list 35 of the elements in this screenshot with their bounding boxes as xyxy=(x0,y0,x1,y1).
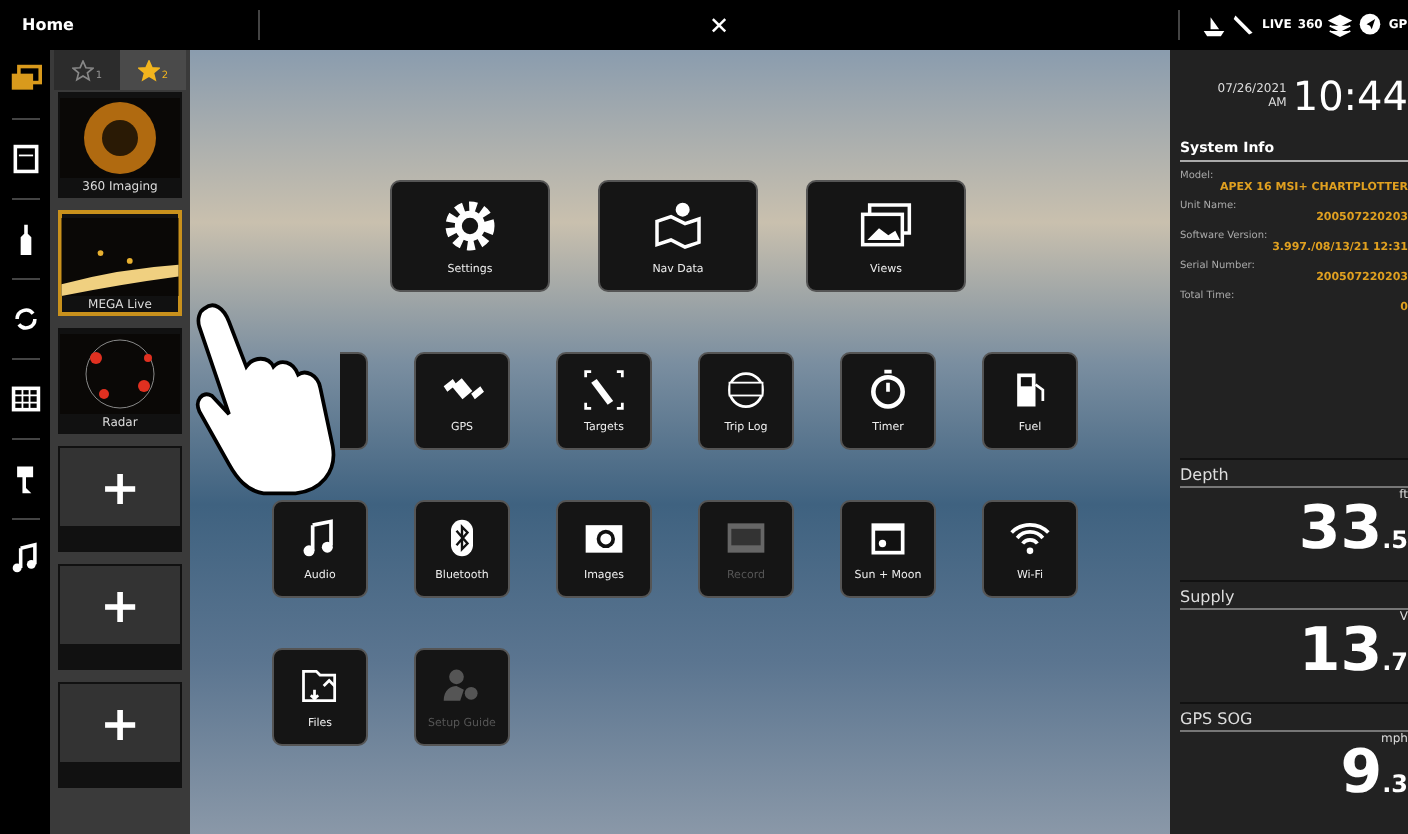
star-icon xyxy=(71,59,94,81)
plus-label: + xyxy=(60,448,180,526)
target-icon xyxy=(582,368,626,412)
windows-icon xyxy=(9,62,41,96)
add-favorite-button[interactable]: + xyxy=(58,446,182,552)
gauge-value: 13 xyxy=(1298,616,1383,686)
gauge-title: GPS SOG xyxy=(1180,710,1408,732)
music-note-icon xyxy=(9,542,41,576)
map-pin-icon xyxy=(650,197,706,253)
gauge-title: Supply xyxy=(1180,588,1408,610)
gauge-decimal: .7 xyxy=(1382,648,1408,676)
gauge-value: 9 xyxy=(1340,738,1383,808)
gear-icon xyxy=(442,197,498,253)
gauge-title: Depth xyxy=(1180,466,1408,488)
screen-title: Home xyxy=(20,16,76,34)
layers-icon xyxy=(1328,12,1353,38)
radar-thumbnail xyxy=(60,334,180,414)
gauge-value: 33 xyxy=(1298,494,1383,564)
sonar-thumbnail xyxy=(60,98,180,178)
app-tile[interactable] xyxy=(340,352,368,450)
sonar-thumbnail xyxy=(60,218,180,296)
navigation-icon xyxy=(1358,12,1383,38)
clock-time: 10:44 xyxy=(1292,71,1408,119)
refresh-icon xyxy=(9,302,41,336)
add-favorite-button[interactable]: + xyxy=(58,564,182,670)
plus-label: + xyxy=(60,684,180,762)
grid-icon xyxy=(9,382,41,416)
stopwatch-icon xyxy=(866,368,910,412)
star-icon xyxy=(137,59,160,81)
gauge-decimal: .3 xyxy=(1382,770,1408,798)
add-favorite-button[interactable]: + xyxy=(58,682,182,788)
plus-label: + xyxy=(60,566,180,644)
folder-icon xyxy=(298,664,342,708)
gauge-decimal: .5 xyxy=(1382,526,1408,554)
close-button[interactable]: ✕ xyxy=(704,11,734,39)
